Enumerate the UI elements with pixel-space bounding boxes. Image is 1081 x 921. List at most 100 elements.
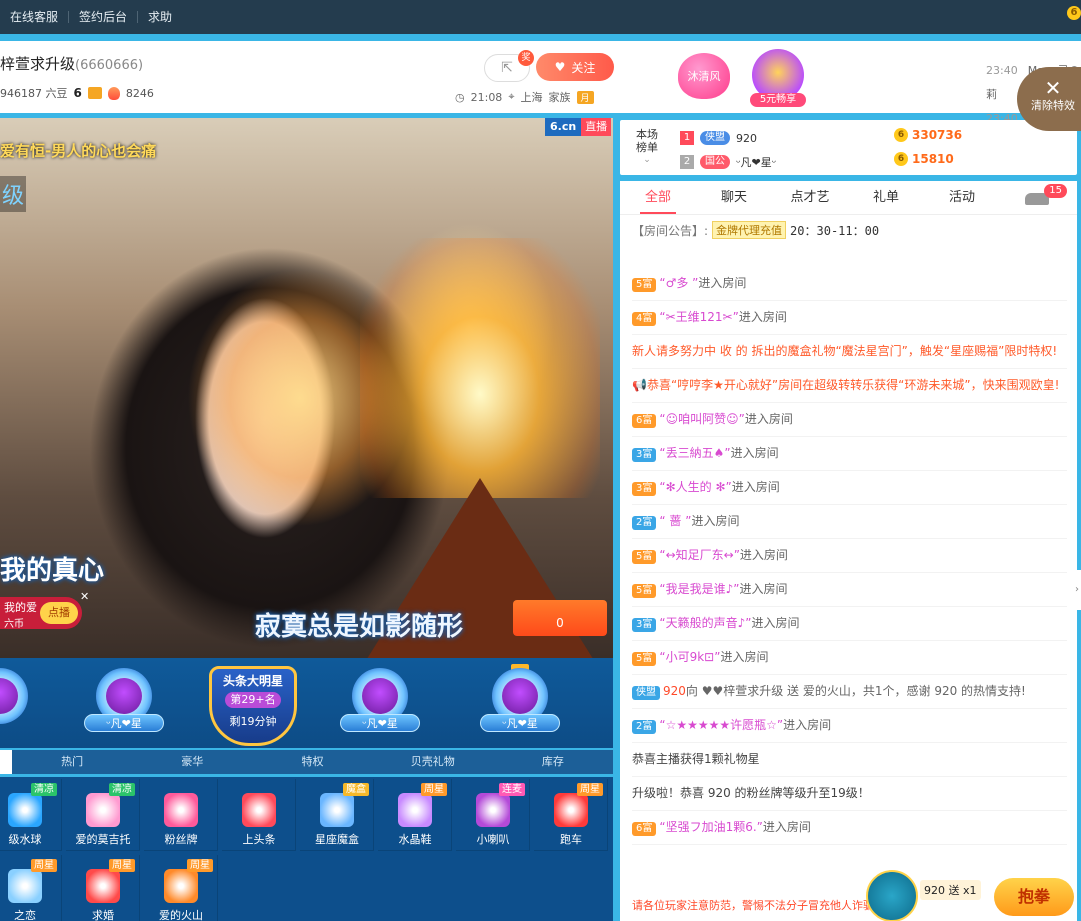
family-label[interactable]: 家族 <box>549 89 571 105</box>
hot-count: 8246 <box>125 86 154 100</box>
rank-panel: 本场 榜单 ⌄ 1 侠盟 920 6 330736 2 国公 ᵕ凡❤星ᵕ 6 1… <box>620 120 1077 175</box>
gift-label: 小喇叭 <box>476 833 510 846</box>
seat-1[interactable]: ᵕ凡❤星 <box>82 668 166 740</box>
chat-text: 向 ♥♥梓萱求升级 送 爱的火山，共1个，感谢 920 的热情支持! <box>685 684 1026 698</box>
seat-name: ᵕ凡❤星 <box>480 714 560 732</box>
headline-rank: 第29+名 <box>225 692 281 708</box>
chat-text: 恭喜主播获得1颗礼物星 <box>632 752 760 766</box>
chat-username[interactable]: “小可9k⊡” <box>659 650 720 664</box>
chat-username[interactable]: “♂多 ” <box>659 276 698 290</box>
gift-item[interactable]: 水晶鞋 周星 <box>378 779 452 851</box>
rank-label[interactable]: 本场 榜单 ⌄ <box>636 128 658 167</box>
gift-tab-luxury[interactable]: 豪华 <box>132 750 252 774</box>
chat-tab-all[interactable]: 全部 <box>620 181 696 214</box>
clear-effects-button[interactable]: ✕ 清除特效 <box>1017 67 1081 131</box>
chat-username[interactable]: “✂王维121✂” <box>659 310 738 324</box>
rank-row[interactable]: 2 国公 ᵕ凡❤星ᵕ <box>680 152 776 172</box>
gift-tag: 清凉 <box>109 783 135 796</box>
gift-item[interactable]: 之恋 周星 <box>0 855 62 921</box>
preview-time: 23:40 <box>986 64 1018 77</box>
gift-item[interactable]: 跑车 周星 <box>534 779 608 851</box>
request-song-button[interactable]: 点播 <box>40 602 78 624</box>
gift-item[interactable]: 级水球 清凉 <box>0 779 62 851</box>
wealth-rank-badge: 2富 <box>632 516 657 530</box>
rank-row[interactable]: 1 侠盟 920 <box>680 128 757 148</box>
seat-partial[interactable] <box>0 668 42 740</box>
headline-star-badge[interactable]: 头条大明星 第29+名 剩19分钟 <box>195 662 311 748</box>
heart-gift-icon: 沐清风 <box>678 53 730 99</box>
gift-tab-shell[interactable]: 贝壳礼物 <box>373 750 493 774</box>
chat-username[interactable]: “☺咱叫阿赞☺” <box>659 412 744 426</box>
rank-number: 2 <box>680 155 694 169</box>
chat-username[interactable]: 920 <box>663 684 686 698</box>
coin-icon[interactable]: 6 <box>1067 6 1081 20</box>
gift-tag: 周星 <box>421 783 447 796</box>
gift-item[interactable]: 上头条 <box>222 779 296 851</box>
seat-3[interactable]: ᵕ凡❤星 <box>478 664 562 740</box>
chat-message: 4富 “✂王维121✂”进入房间 <box>632 301 1067 335</box>
chat-text: 进入房间 <box>739 548 788 562</box>
room-number: 946187 六豆 <box>0 87 68 100</box>
live-video[interactable]: 爱有恒-男人的心也会痛 级 6.cn 直播 我的真心 寂寞总是如影随形 我的爱 … <box>0 118 613 658</box>
gift-icon <box>86 793 120 827</box>
video-level-text: 级 <box>0 176 27 212</box>
combo-sent: 送 <box>948 884 960 897</box>
chat-username[interactable]: “坚强フ加油1颗6.” <box>659 820 763 834</box>
gift-item[interactable]: 粉丝牌 <box>144 779 218 851</box>
site-logo: 6.cn 直播 <box>545 118 612 136</box>
wealth-rank-badge: 5富 <box>632 652 657 666</box>
chat-message: 5富 “小可9k⊡”进入房间 <box>632 641 1067 675</box>
video-song-title: 爱有恒-男人的心也会痛 <box>0 142 157 160</box>
chevron-right-icon[interactable]: › <box>1073 570 1081 610</box>
gift-tab-active[interactable] <box>0 750 12 774</box>
fraud-warning: 请各位玩家注意防范，警惕不法分子冒充他人诈骗 <box>632 899 874 912</box>
gift-label: 跑车 <box>560 833 582 846</box>
chat-tab-talent[interactable]: 点才艺 <box>772 181 848 214</box>
follow-button[interactable]: ♥ 关注 <box>536 53 614 81</box>
gift-item[interactable]: 求婚 周星 <box>66 855 140 921</box>
chat-tab-activity[interactable]: 活动 <box>924 181 1000 214</box>
gift-item[interactable]: 爱的火山 周星 <box>144 855 218 921</box>
gift-item[interactable]: 小喇叭 连麦 <box>456 779 530 851</box>
gift-tab-privilege[interactable]: 特权 <box>252 750 372 774</box>
sign-backend-link[interactable]: 签约后台 <box>69 11 139 23</box>
customer-service-link[interactable]: 在线客服 <box>0 11 70 23</box>
chat-username[interactable]: “我是我是谁♪” <box>659 582 739 596</box>
gift-tab-hot[interactable]: 热门 <box>12 750 132 774</box>
lyric-line-1: 我的真心 <box>0 556 105 586</box>
rank-name: ᵕ凡❤星ᵕ <box>736 156 777 169</box>
help-link[interactable]: 求助 <box>138 11 182 23</box>
follow-label: 关注 <box>571 60 596 75</box>
gift-label: 之恋 <box>14 909 36 921</box>
chat-message: 5富 “我是我是谁♪”进入房间 <box>632 573 1067 607</box>
chat-username[interactable]: “ 蔷 ” <box>659 514 691 528</box>
gift-activity-1[interactable]: 沐清风 <box>678 53 732 101</box>
gift-item[interactable]: 爱的莫吉托 清凉 <box>66 779 140 851</box>
gift-label: 上头条 <box>242 833 276 846</box>
gift-activity-2[interactable]: 5元畅享 <box>748 49 808 109</box>
gift-icon <box>320 793 354 827</box>
chat-username[interactable]: “☆★★★★★许愿瓶☆” <box>659 718 783 732</box>
notice-gold-tag[interactable]: 金牌代理充值 <box>712 221 787 239</box>
chat-username[interactable]: “✻人生的 ✻” <box>659 480 731 494</box>
clock-icon: ◷ <box>455 90 465 104</box>
gift-tab-inventory[interactable]: 库存 <box>493 750 613 774</box>
live-tag: 直播 <box>581 118 612 136</box>
fist-salute-button[interactable]: 抱拳 <box>994 878 1074 916</box>
gift-item[interactable]: 星座魔盒 魔盒 <box>300 779 374 851</box>
close-promo-icon[interactable]: ✕ <box>80 590 89 603</box>
chat-tab-gifts[interactable]: 礼单 <box>848 181 924 214</box>
chat-username[interactable]: “↔知足厂东↔” <box>659 548 740 562</box>
song-request-banner[interactable]: 我的爱 六币 点播 <box>0 597 82 630</box>
wealth-rank-badge: 3富 <box>632 618 657 632</box>
avatar <box>502 678 538 714</box>
chat-text: 进入房间 <box>731 480 780 494</box>
fire-icon <box>107 86 120 100</box>
gift-icon <box>242 793 276 827</box>
chat-tab-chat[interactable]: 聊天 <box>696 181 772 214</box>
reward-badge[interactable]: 奖 <box>518 50 534 66</box>
wealth-rank-badge: 5富 <box>632 278 657 292</box>
seat-2[interactable]: ᵕ凡❤星 <box>338 668 422 740</box>
chat-username[interactable]: “天籁般的声音♪” <box>659 616 751 630</box>
chat-username[interactable]: “丢三納五♠” <box>659 446 730 460</box>
